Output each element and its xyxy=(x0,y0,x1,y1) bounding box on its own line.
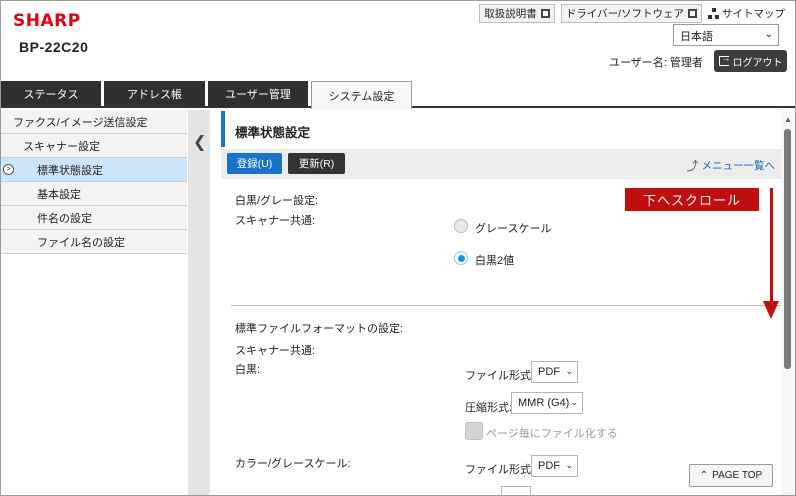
sitemap-icon xyxy=(708,8,719,19)
page-title-bar: 標準状態設定 xyxy=(221,111,781,147)
scanner-common-label-2: スキャナー共通: xyxy=(235,345,316,357)
chevron-down-icon: ⌄ xyxy=(764,29,773,40)
file-format-setting-label: 標準ファイルフォーマットの設定: xyxy=(235,323,404,335)
radio-grayscale-label: グレースケール xyxy=(475,223,552,235)
scroll-down-hint: 下へスクロール xyxy=(625,188,759,211)
language-value: 日本語 xyxy=(680,31,713,43)
user-name: ユーザー名: 管理者 xyxy=(609,57,703,69)
per-page-checkbox[interactable] xyxy=(465,422,483,440)
menu-list-label: メニュー一覧へ xyxy=(701,160,776,172)
browser-page: SHARP BP-22C20 取扱説明書 ドライバー/ソフトウェア サイトマップ… xyxy=(0,0,796,496)
sidebar-item-label: ファクス/イメージ送信設定 xyxy=(13,116,148,129)
compression-label: 圧縮形式: xyxy=(465,402,513,414)
sidebar-collapse-button[interactable]: ❮ xyxy=(188,110,210,495)
compression-select[interactable]: MMR (G4) ⌄ xyxy=(511,392,583,414)
scroll-down-arrow-line xyxy=(770,188,773,306)
toolbar: 登録(U) 更新(R) ⤴ メニュー一覧へ xyxy=(221,149,781,179)
main-tabs: ステータス アドレス帳 ユーザー管理 システム設定 xyxy=(1,81,795,109)
sitemap-label: サイトマップ xyxy=(722,8,785,20)
sidebar-item-label: 基本設定 xyxy=(37,188,81,201)
sidebar-item-label: ファイル名の設定 xyxy=(37,236,125,249)
vertical-scrollbar[interactable]: ▲ xyxy=(781,111,795,495)
sidebar: ファクス/イメージ送信設定 スキャナー設定 > 標準状態設定 基本設定 件名の設… xyxy=(1,110,187,254)
tab-status[interactable]: ステータス xyxy=(1,81,101,107)
file-type-value-2: PDF xyxy=(538,460,560,472)
sidebar-item-default-settings[interactable]: > 標準状態設定 xyxy=(1,158,187,182)
settings-content: 白黒/グレー設定: スキャナー共通: グレースケール 白黒2値 標準ファイルフォ… xyxy=(221,179,781,495)
sidebar-item-label: スキャナー設定 xyxy=(23,140,100,153)
file-type-select-2[interactable]: PDF ⌄ xyxy=(531,455,578,477)
logout-icon xyxy=(718,53,731,66)
chevron-up-icon: ⌃ xyxy=(699,470,709,481)
sidebar-item-subject-settings[interactable]: 件名の設定 xyxy=(1,206,187,230)
sitemap-link[interactable]: サイトマップ xyxy=(708,6,785,21)
tab-user-management[interactable]: ユーザー管理 xyxy=(208,81,308,107)
manual-link-label: 取扱説明書 xyxy=(484,8,537,20)
refresh-button[interactable]: 更新(R) xyxy=(288,153,345,174)
brand-logo: SHARP xyxy=(13,11,81,31)
per-page-label: ページ毎にファイル化する xyxy=(486,428,618,440)
radio-bw-binary[interactable] xyxy=(454,251,468,265)
compression-value: MMR (G4) xyxy=(518,397,570,409)
radio-bw-binary-label: 白黒2値 xyxy=(475,255,515,267)
arrow-down-icon xyxy=(763,301,779,319)
chevron-left-icon: ❮ xyxy=(193,134,207,151)
external-link-icon xyxy=(688,9,697,18)
back-to-menu-icon: ⤴ xyxy=(686,159,699,173)
logout-label: ログアウト xyxy=(732,57,783,69)
scrollbar-thumb[interactable] xyxy=(784,129,791,369)
section-divider xyxy=(231,305,781,306)
file-type-select[interactable]: PDF ⌄ xyxy=(531,361,578,383)
scanner-common-label: スキャナー共通: xyxy=(235,215,316,227)
page-title: 標準状態設定 xyxy=(235,126,311,140)
sidebar-item-scanner-settings[interactable]: スキャナー設定 xyxy=(1,134,187,158)
driver-link[interactable]: ドライバー/ソフトウェア xyxy=(560,4,702,23)
manual-link[interactable]: 取扱説明書 xyxy=(479,4,555,23)
partial-select[interactable] xyxy=(501,486,531,495)
file-type-label-2: ファイル形式: xyxy=(465,464,535,476)
chevron-down-icon: ⌄ xyxy=(565,460,573,470)
top-links: 取扱説明書 ドライバー/ソフトウェア サイトマップ xyxy=(479,4,785,23)
sidebar-item-filename-settings[interactable]: ファイル名の設定 xyxy=(1,230,187,254)
tab-system-settings[interactable]: システム設定 xyxy=(311,81,412,109)
file-type-value: PDF xyxy=(538,366,560,378)
color-gray-label: カラー/グレースケール: xyxy=(235,458,351,470)
language-select[interactable]: 日本語 ⌄ xyxy=(673,24,779,46)
tab-address-book[interactable]: アドレス帳 xyxy=(104,81,205,107)
bw-label: 白黒: xyxy=(235,364,261,376)
logout-button[interactable]: ログアウト xyxy=(714,50,787,72)
sidebar-item-basic-settings[interactable]: 基本設定 xyxy=(1,182,187,206)
file-type-label: ファイル形式: xyxy=(465,370,535,382)
sidebar-item-label: 件名の設定 xyxy=(37,212,92,225)
radio-grayscale[interactable] xyxy=(454,219,468,233)
page-top-button[interactable]: ⌃ PAGE TOP xyxy=(689,464,773,487)
sidebar-item-label: 標準状態設定 xyxy=(37,164,103,177)
driver-link-label: ドライバー/ソフトウェア xyxy=(565,8,684,20)
external-link-icon xyxy=(540,9,550,18)
scroll-up-icon[interactable]: ▲ xyxy=(784,115,792,124)
save-button[interactable]: 登録(U) xyxy=(227,153,282,174)
bw-gray-setting-label: 白黒/グレー設定: xyxy=(235,195,319,207)
model-name: BP-22C20 xyxy=(19,39,89,55)
page-top-label: PAGE TOP xyxy=(712,470,763,481)
menu-list-link[interactable]: ⤴ メニュー一覧へ xyxy=(686,157,775,174)
chevron-down-icon: ⌄ xyxy=(570,397,578,407)
sidebar-item-fax-image-send[interactable]: ファクス/イメージ送信設定 xyxy=(1,110,187,134)
chevron-right-icon: > xyxy=(3,164,14,175)
chevron-down-icon: ⌄ xyxy=(565,366,573,376)
